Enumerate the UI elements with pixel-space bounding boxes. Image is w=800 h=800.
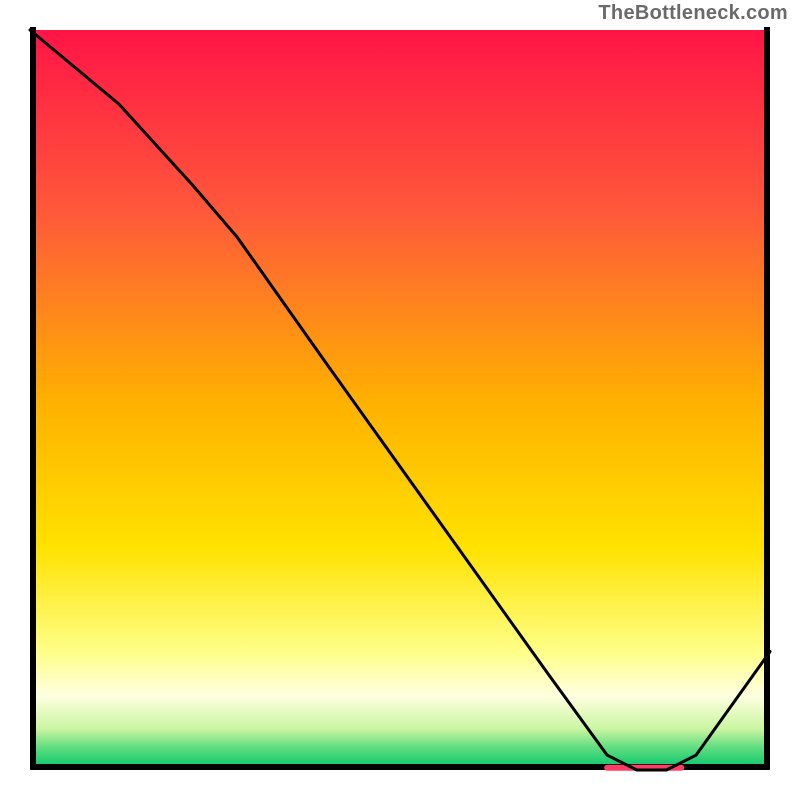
chart-container: TheBottleneck.com: [0, 0, 800, 800]
bottleneck-chart: [0, 0, 800, 800]
plot-background: [30, 30, 770, 770]
